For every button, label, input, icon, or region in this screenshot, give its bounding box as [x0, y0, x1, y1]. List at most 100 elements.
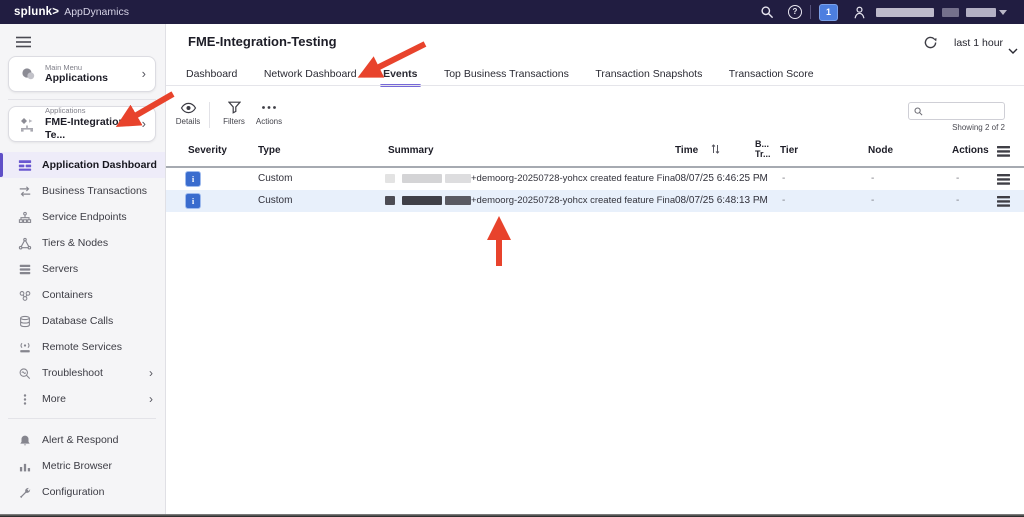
sidebar-item-label: Application Dashboard [42, 159, 157, 171]
cell-type: Custom [258, 195, 292, 206]
dashboard-icon [18, 159, 32, 172]
top-bar: splunk> AppDynamics ? 1 [0, 0, 1024, 24]
row-menu-icon[interactable] [997, 196, 1010, 210]
sidebar-item-configuration[interactable]: Configuration [0, 479, 165, 505]
sidebar-item-metric-browser[interactable]: Metric Browser [0, 453, 165, 479]
tiers-nodes-icon [18, 237, 32, 250]
chevron-right-icon: › [142, 69, 146, 79]
sidebar-item-alert-respond[interactable]: Alert & Respond [0, 427, 165, 453]
sort-icon[interactable] [711, 143, 720, 158]
sidebar-item-label: Service Endpoints [42, 211, 127, 223]
column-settings-icon[interactable] [997, 144, 1010, 162]
splunk-logo: splunk> [14, 6, 59, 18]
summary-text: +demoorg-20250728-yohcx created feature … [471, 173, 675, 184]
sidebar-item-label: Configuration [42, 486, 104, 498]
application-card-eyebrow: Applications [45, 106, 142, 115]
sidebar-item-label: More [42, 393, 66, 405]
results-count: Showing 2 of 2 [952, 123, 1005, 132]
main-menu-card-title: Applications [45, 72, 108, 85]
sidebar: Main Menu Applications › Applications FM… [0, 24, 166, 514]
cell-tier: - [782, 195, 785, 206]
col-bt-line1: B... [755, 139, 769, 149]
cell-actions: - [956, 173, 959, 184]
hamburger-menu-icon[interactable] [16, 35, 31, 53]
cell-summary: +demoorg-20250728-yohcx created feature … [385, 173, 675, 184]
search-icon [914, 107, 923, 116]
refresh-icon[interactable] [923, 35, 938, 55]
application-icon [19, 116, 37, 133]
table-header: Severity Type Summary Time B...Tr... Tie… [166, 135, 1024, 168]
main-menu-card[interactable]: Main Menu Applications › [8, 56, 156, 92]
cell-time: 08/07/25 6:46:25 PM [675, 173, 768, 184]
sidebar-item-business-transactions[interactable]: Business Transactions [0, 178, 165, 204]
redacted-block [402, 196, 442, 205]
sidebar-item-label: Database Calls [42, 315, 113, 327]
redacted-account-2 [966, 8, 996, 17]
chevron-right-icon: › [142, 119, 146, 129]
ellipsis-icon [247, 100, 291, 115]
sidebar-item-label: Troubleshoot [42, 367, 103, 379]
time-range-selector[interactable]: last 1 hour [954, 37, 1003, 49]
tab-dashboard[interactable]: Dashboard [186, 68, 237, 80]
col-summary[interactable]: Summary [388, 145, 434, 156]
chevron-right-icon: › [149, 368, 153, 378]
tab-transaction-snapshots[interactable]: Transaction Snapshots [595, 68, 702, 80]
sidebar-item-more[interactable]: More › [0, 386, 165, 412]
col-tier[interactable]: Tier [780, 145, 798, 156]
cell-summary: +demoorg-20250728-yohcx created feature … [385, 195, 675, 206]
user-icon[interactable] [848, 1, 870, 23]
tab-transaction-score[interactable]: Transaction Score [729, 68, 814, 80]
sidebar-item-servers[interactable]: Servers [0, 256, 165, 282]
sidebar-divider [8, 99, 156, 100]
search-icon[interactable] [756, 1, 778, 23]
col-type[interactable]: Type [258, 145, 281, 156]
tab-bar: Dashboard Network Dashboard Events Top B… [186, 64, 836, 82]
chevron-right-icon: › [149, 394, 153, 404]
cell-bt: - [757, 195, 760, 206]
application-card[interactable]: Applications FME-Integration-Te... › [8, 106, 156, 142]
tab-events[interactable]: Events [383, 68, 417, 80]
troubleshoot-icon [18, 367, 32, 380]
table-row-selected[interactable]: i Custom +demoorg-20250728-yohcx created… [166, 190, 1024, 212]
notification-badge[interactable]: 1 [819, 4, 838, 21]
col-time[interactable]: Time [675, 145, 698, 156]
servers-icon [18, 263, 32, 276]
col-severity[interactable]: Severity [188, 145, 227, 156]
sidebar-item-tiers-nodes[interactable]: Tiers & Nodes [0, 230, 165, 256]
cell-node: - [871, 195, 874, 206]
col-node[interactable]: Node [868, 145, 893, 156]
help-icon[interactable]: ? [784, 1, 806, 23]
col-business-transaction[interactable]: B...Tr... [755, 139, 771, 159]
bell-icon [18, 434, 32, 447]
sidebar-item-troubleshoot[interactable]: Troubleshoot › [0, 360, 165, 386]
redacted-block [385, 174, 395, 183]
cell-bt: - [757, 173, 760, 184]
redacted-account [942, 8, 959, 17]
col-actions[interactable]: Actions [952, 145, 989, 156]
table-row[interactable]: i Custom +demoorg-20250728-yohcx created… [166, 168, 1024, 191]
main-content: FME-Integration-Testing last 1 hour Dash… [166, 24, 1024, 514]
sidebar-divider [8, 418, 156, 419]
tab-network-dashboard[interactable]: Network Dashboard [264, 68, 357, 80]
actions-button[interactable]: Actions [247, 100, 291, 126]
redacted-block [445, 196, 471, 205]
wrench-icon [18, 486, 32, 499]
sidebar-item-application-dashboard[interactable]: Application Dashboard [0, 152, 165, 178]
application-card-title: FME-Integration-Te... [45, 116, 142, 142]
tab-top-business-transactions[interactable]: Top Business Transactions [444, 68, 569, 80]
chevron-down-icon[interactable] [1008, 41, 1018, 59]
row-menu-icon[interactable] [997, 174, 1010, 188]
summary-text: +demoorg-20250728-yohcx created feature … [471, 195, 675, 206]
sidebar-item-service-endpoints[interactable]: Service Endpoints [0, 204, 165, 230]
sidebar-item-database-calls[interactable]: Database Calls [0, 308, 165, 334]
sidebar-item-label: Servers [42, 263, 78, 275]
caret-down-icon[interactable] [996, 1, 1010, 23]
details-label: Details [166, 117, 210, 126]
appdynamics-logo-text: AppDynamics [64, 6, 129, 18]
topbar-divider [810, 5, 811, 19]
details-button[interactable]: Details [166, 100, 210, 126]
search-input[interactable] [926, 105, 1004, 117]
sidebar-item-remote-services[interactable]: Remote Services [0, 334, 165, 360]
sidebar-item-containers[interactable]: Containers [0, 282, 165, 308]
service-endpoints-icon [18, 211, 32, 224]
